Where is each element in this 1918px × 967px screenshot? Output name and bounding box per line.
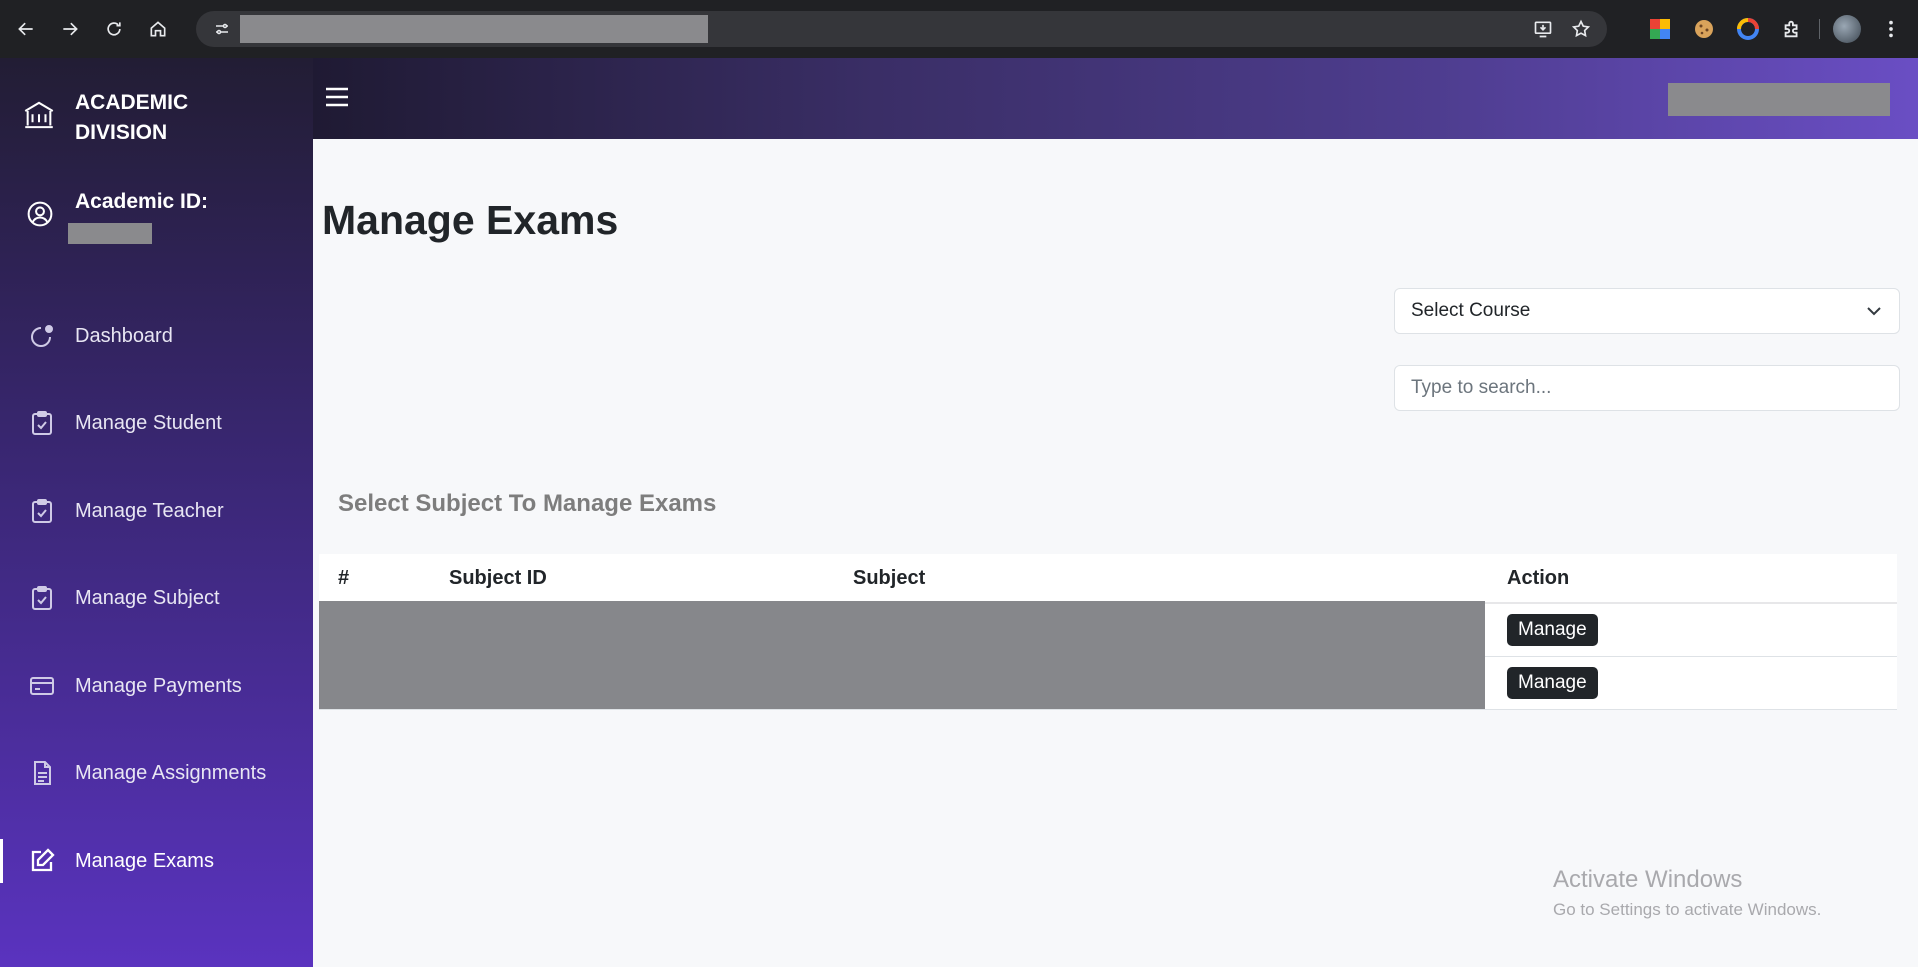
column-header-subject: Subject (853, 567, 926, 589)
search-input[interactable] (1394, 365, 1900, 411)
sidebar-item-dashboard[interactable]: Dashboard (0, 308, 313, 364)
clipboard-check-icon (28, 584, 56, 612)
academic-id-label: Academic ID: (75, 190, 209, 213)
watermark-subtitle: Go to Settings to activate Windows. (1553, 900, 1822, 919)
chevron-down-icon (1865, 302, 1883, 320)
browser-toolbar (0, 0, 1918, 58)
sidebar: ACADEMIC DIVISION Academic ID: Dashboard… (0, 58, 313, 967)
toolbar-divider (1819, 19, 1820, 39)
pencil-square-icon (28, 847, 56, 875)
clipboard-check-icon (28, 497, 56, 525)
table-rows-redacted (319, 601, 1485, 709)
sidebar-item-label: Manage Exams (75, 849, 214, 872)
sidebar-item-manage-exams[interactable]: Manage Exams (0, 833, 313, 889)
dashboard-icon (28, 322, 56, 350)
column-header-number: # (338, 567, 350, 589)
sidebar-item-manage-subject[interactable]: Manage Subject (0, 570, 313, 626)
color-wheel-extension-icon[interactable] (1731, 12, 1765, 46)
windows-activation-watermark: Activate Windows Go to Settings to activ… (1553, 866, 1821, 920)
sidebar-item-label: Manage Payments (75, 674, 242, 697)
hamburger-menu-icon[interactable] (323, 84, 351, 110)
sidebar-item-label: Manage Assignments (75, 761, 267, 784)
back-arrow-icon[interactable] (6, 9, 46, 49)
sidebar-item-manage-payments[interactable]: Manage Payments (0, 658, 313, 714)
watermark-title: Activate Windows (1553, 866, 1743, 893)
course-select-value: Select Course (1411, 300, 1531, 321)
academic-id-redacted (68, 223, 152, 244)
home-icon[interactable] (138, 9, 178, 49)
url-redacted (240, 15, 708, 43)
sidebar-item-label: Manage Teacher (75, 499, 224, 522)
reload-icon[interactable] (94, 9, 134, 49)
sidebar-item-label: Manage Student (75, 411, 222, 434)
profile-avatar[interactable] (1830, 12, 1864, 46)
column-header-subject-id: Subject ID (449, 567, 547, 589)
building-icon (22, 98, 64, 140)
document-icon (28, 759, 56, 787)
user-circle-icon (26, 200, 58, 232)
manage-button[interactable]: Manage (1507, 614, 1598, 646)
clipboard-check-icon (28, 409, 56, 437)
extension-colorful-icon[interactable] (1643, 12, 1677, 46)
sidebar-item-manage-teacher[interactable]: Manage Teacher (0, 483, 313, 539)
site-settings-icon[interactable] (204, 11, 240, 47)
sidebar-item-label: Dashboard (75, 324, 173, 347)
sidebar-item-manage-student[interactable]: Manage Student (0, 395, 313, 451)
bookmark-star-icon[interactable] (1565, 13, 1597, 45)
sidebar-item-manage-assignments[interactable]: Manage Assignments (0, 745, 313, 801)
brand-title: ACADEMIC DIVISION (75, 91, 189, 144)
column-header-action: Action (1507, 567, 1570, 589)
section-title: Select Subject To Manage Exams (338, 490, 717, 517)
install-app-icon[interactable] (1527, 13, 1559, 45)
more-menu-icon[interactable] (1874, 12, 1908, 46)
brand[interactable]: ACADEMIC DIVISION (0, 88, 313, 148)
sidebar-item-label: Manage Subject (75, 586, 220, 609)
address-bar[interactable] (196, 11, 1607, 47)
forward-arrow-icon[interactable] (50, 9, 90, 49)
user-info-redacted[interactable] (1668, 83, 1890, 116)
table-header: # Subject ID Subject Action (319, 554, 1897, 604)
cookie-extension-icon[interactable] (1687, 12, 1721, 46)
manage-button[interactable]: Manage (1507, 667, 1598, 699)
page-title: Manage Exams (322, 197, 619, 243)
course-select[interactable]: Select Course (1394, 288, 1900, 334)
top-header (313, 58, 1918, 139)
credit-card-icon (28, 672, 56, 700)
extensions-puzzle-icon[interactable] (1775, 12, 1809, 46)
